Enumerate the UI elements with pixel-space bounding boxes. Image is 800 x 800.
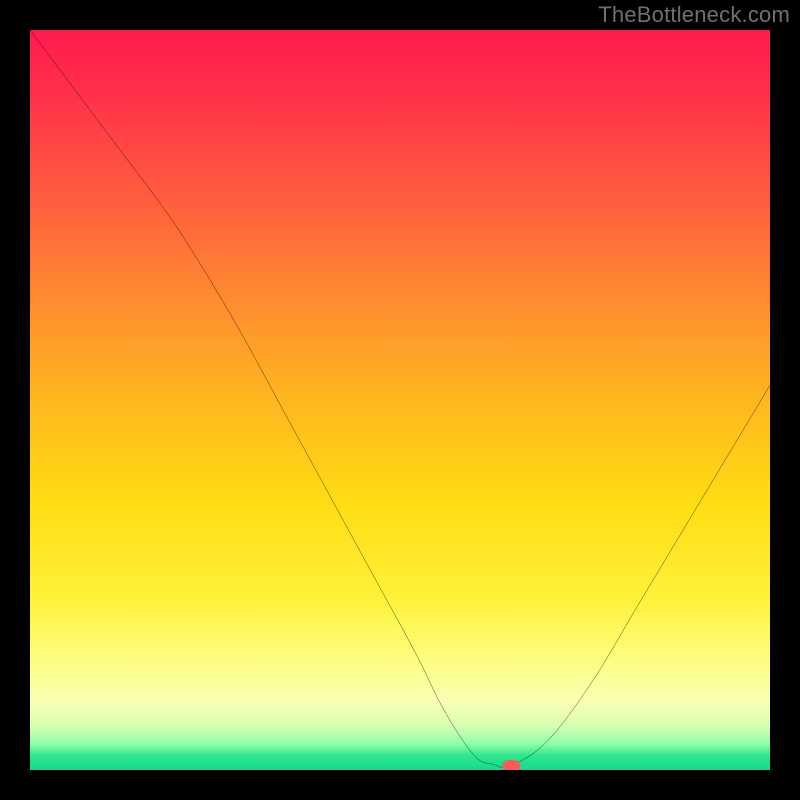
optimal-marker: [502, 760, 520, 770]
bottleneck-curve: [30, 30, 770, 770]
watermark-text: TheBottleneck.com: [598, 2, 790, 28]
chart-frame: TheBottleneck.com: [0, 0, 800, 800]
plot-area: [30, 30, 770, 770]
